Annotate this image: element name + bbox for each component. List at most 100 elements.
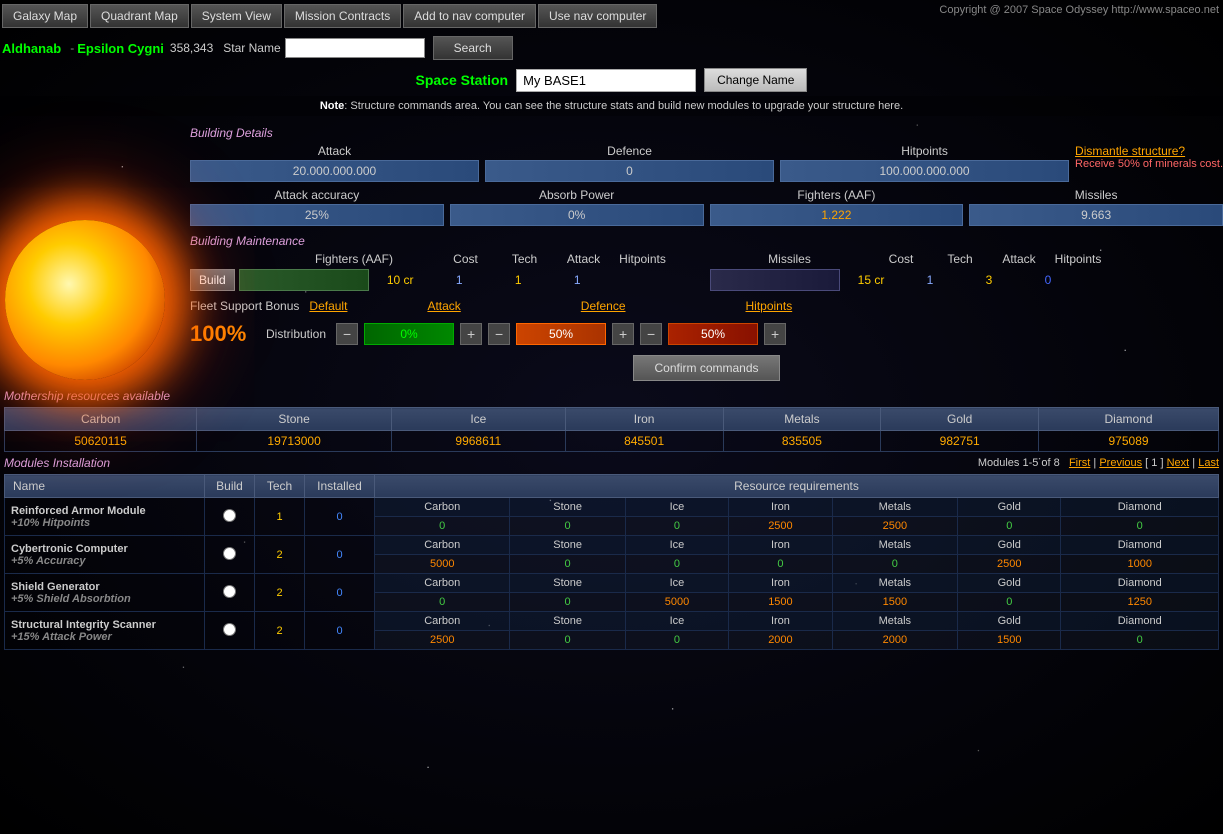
hitpoints-col-header-l: Hitpoints	[615, 252, 670, 266]
dist-minus-3[interactable]: −	[640, 323, 662, 345]
star-name-input[interactable]	[285, 38, 425, 58]
fleet-bonus-hitpoints[interactable]: Hitpoints	[746, 299, 793, 313]
module-radio-2[interactable]	[223, 585, 236, 598]
fighters-label: Fighters (AAF)	[797, 188, 875, 202]
modules-last-link[interactable]: Last	[1198, 457, 1219, 469]
dist-minus-1[interactable]: −	[336, 323, 358, 345]
modules-pagination: Modules 1-5 of 8 First | Previous [ 1 ] …	[978, 457, 1219, 469]
mission-contracts-btn[interactable]: Mission Contracts	[284, 4, 401, 28]
fighters-col-header: Fighters (AAF)	[274, 252, 434, 266]
dist-minus-2[interactable]: −	[488, 323, 510, 345]
mod-res-val-2-4: 1500	[832, 593, 957, 612]
building-maintenance-title: Building Maintenance	[190, 234, 1223, 248]
defence-label: Defence	[607, 144, 652, 158]
station-row: Space Station Change Name	[0, 68, 1223, 92]
use-nav-btn[interactable]: Use nav computer	[538, 4, 657, 28]
module-installed-0: 0	[305, 498, 375, 536]
location-a: Aldhanab	[2, 41, 61, 56]
fleet-bonus-attack[interactable]: Attack	[427, 299, 460, 313]
module-build-3[interactable]	[205, 612, 255, 650]
hitpoints-stat: Hitpoints 100.000.000.000	[780, 144, 1069, 182]
module-name-2: Shield Generator+5% Shield Absorbtion	[5, 574, 205, 612]
change-name-button[interactable]: Change Name	[704, 68, 807, 92]
module-radio-3[interactable]	[223, 623, 236, 636]
galaxy-map-btn[interactable]: Galaxy Map	[2, 4, 88, 28]
defence-value: 0	[485, 160, 774, 182]
modules-prev-link[interactable]: Previous	[1099, 457, 1142, 469]
attack-label: Attack	[318, 144, 351, 158]
mod-res-val-2-5: 0	[958, 593, 1061, 612]
hitpoints-label: Hitpoints	[901, 144, 948, 158]
note-text: : Structure commands area. You can see t…	[344, 100, 903, 112]
distribution-percent: 100%	[190, 321, 260, 347]
missiles-value: 9.663	[969, 204, 1223, 226]
dist-plus-2[interactable]: +	[612, 323, 634, 345]
module-bonus-1: +5% Accuracy	[11, 555, 86, 567]
system-view-btn[interactable]: System View	[191, 4, 282, 28]
modules-first-link[interactable]: First	[1069, 457, 1090, 469]
missiles-label: Missiles	[1075, 188, 1118, 202]
fighters-input[interactable]	[239, 269, 369, 291]
cost-col-header-r: Cost	[874, 252, 929, 266]
module-tech-2: 2	[255, 574, 305, 612]
attack-accuracy-stat: Attack accuracy 25%	[190, 188, 444, 226]
search-bar: Aldhanab - Epsilon Cygni 358,343 Star Na…	[0, 32, 1223, 64]
quadrant-map-btn[interactable]: Quadrant Map	[90, 4, 189, 28]
fleet-bonus-defence[interactable]: Defence	[581, 299, 626, 313]
dist-plus-1[interactable]: +	[460, 323, 482, 345]
dist-plus-3[interactable]: +	[764, 323, 786, 345]
build-button-fighters[interactable]: Build	[190, 269, 235, 291]
maintenance-left-row: Build 10 cr 1 1 1	[190, 269, 704, 291]
mod-res-val-1-6: 1000	[1061, 555, 1219, 574]
module-radio-1[interactable]	[223, 547, 236, 560]
res-header-stone: Stone	[197, 408, 392, 431]
module-build-1[interactable]	[205, 536, 255, 574]
mod-res-header-2-0: Carbon	[375, 574, 510, 593]
tech-col-header-r: Tech	[933, 252, 988, 266]
fleet-bonus-row: Fleet Support Bonus Default Attack Defen…	[190, 299, 1223, 313]
missiles-col-header: Missiles	[710, 252, 870, 266]
mod-res-val-1-1: 0	[510, 555, 625, 574]
maintenance-right-headers: Missiles Cost Tech Attack Hitpoints	[710, 252, 1223, 266]
mod-res-header-2-3: Iron	[729, 574, 832, 593]
fighters-value: 1.222	[710, 204, 964, 226]
modules-count: Modules 1-5 of 8	[978, 457, 1060, 469]
modules-next-link[interactable]: Next	[1167, 457, 1190, 469]
mod-res-val-3-5: 1500	[958, 631, 1061, 650]
mod-res-val-1-5: 2500	[958, 555, 1061, 574]
mod-res-header-0-2: Ice	[625, 498, 728, 517]
res-val-metals: 835505	[723, 431, 881, 452]
maintenance-headers: Fighters (AAF) Cost Tech Attack Hitpoint…	[190, 252, 1223, 291]
add-nav-btn[interactable]: Add to nav computer	[403, 4, 536, 28]
mod-res-header-3-6: Diamond	[1061, 612, 1219, 631]
maintenance-right-row: 15 cr 1 3 0	[710, 269, 1223, 291]
res-header-gold: Gold	[881, 408, 1039, 431]
confirm-commands-button[interactable]: Confirm commands	[633, 355, 779, 381]
maintenance-left-headers: Fighters (AAF) Cost Tech Attack Hitpoint…	[190, 252, 704, 266]
module-build-0[interactable]	[205, 498, 255, 536]
location-separator: -	[70, 41, 74, 55]
module-row-3: Structural Integrity Scanner+15% Attack …	[5, 612, 1219, 631]
note-bar: Note: Structure commands area. You can s…	[0, 96, 1223, 116]
mod-res-header-1-1: Stone	[510, 536, 625, 555]
mod-res-val-1-4: 0	[832, 555, 957, 574]
mod-res-val-0-1: 0	[510, 517, 625, 536]
mod-res-val-2-2: 5000	[625, 593, 728, 612]
col-installed: Installed	[305, 475, 375, 498]
left-tech-value: 1	[432, 273, 487, 287]
mod-res-val-1-2: 0	[625, 555, 728, 574]
res-val-stone: 19713000	[197, 431, 392, 452]
fleet-bonus-default[interactable]: Default	[309, 299, 347, 313]
cost-col-header: Cost	[438, 252, 493, 266]
mod-res-val-2-3: 1500	[729, 593, 832, 612]
left-attack-value: 1	[491, 273, 546, 287]
station-name-input[interactable]	[516, 69, 696, 92]
missiles-input[interactable]	[710, 269, 840, 291]
module-build-2[interactable]	[205, 574, 255, 612]
attack-value: 20.000.000.000	[190, 160, 479, 182]
module-radio-0[interactable]	[223, 509, 236, 522]
dismantle-link[interactable]: Dismantle structure?	[1075, 144, 1185, 158]
search-button[interactable]: Search	[433, 36, 513, 60]
attack-col-header-l: Attack	[556, 252, 611, 266]
modules-page-num: 1	[1151, 457, 1157, 469]
